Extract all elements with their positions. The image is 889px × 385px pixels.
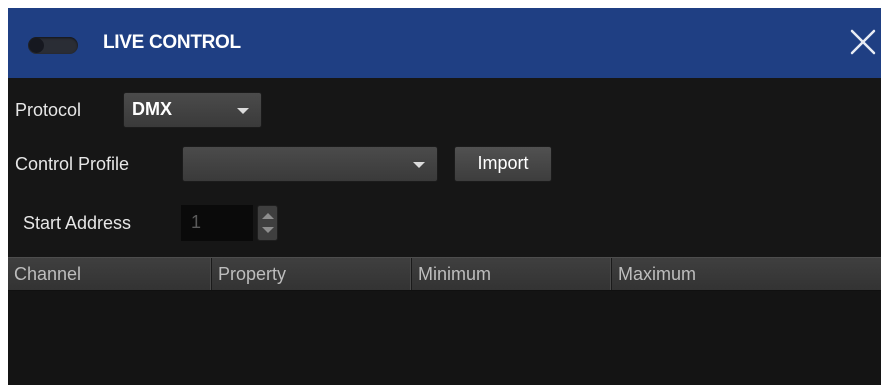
start-address-spinner[interactable] [257,205,278,241]
control-profile-dropdown[interactable] [182,146,438,182]
live-control-panel: LIVE CONTROL Protocol DMX Control Profil… [8,8,881,385]
caret-down-icon [237,108,249,114]
column-header-property[interactable]: Property [212,258,412,290]
column-header-channel[interactable]: Channel [8,258,212,290]
protocol-value: DMX [132,99,172,119]
column-header-maximum[interactable]: Maximum [612,258,881,290]
table-header: Channel Property Minimum Maximum [8,257,881,291]
column-header-minimum[interactable]: Minimum [412,258,612,290]
panel-title: LIVE CONTROL [103,32,241,53]
import-button[interactable]: Import [454,146,552,182]
protocol-dropdown[interactable]: DMX [123,92,262,128]
spinner-down-icon[interactable] [262,227,274,233]
toggle-knob-icon [29,38,44,53]
title-bar: LIVE CONTROL [8,8,881,78]
start-address-input[interactable]: 1 [181,205,253,241]
control-profile-label: Control Profile [15,154,130,174]
protocol-label: Protocol [15,100,82,120]
enable-toggle[interactable] [28,37,78,54]
table-body [8,291,881,385]
caret-down-icon [413,162,425,168]
close-button[interactable] [846,25,880,59]
spinner-up-icon[interactable] [262,213,274,219]
close-icon [850,29,876,55]
start-address-value: 1 [191,212,202,232]
start-address-label: Start Address [23,213,132,233]
